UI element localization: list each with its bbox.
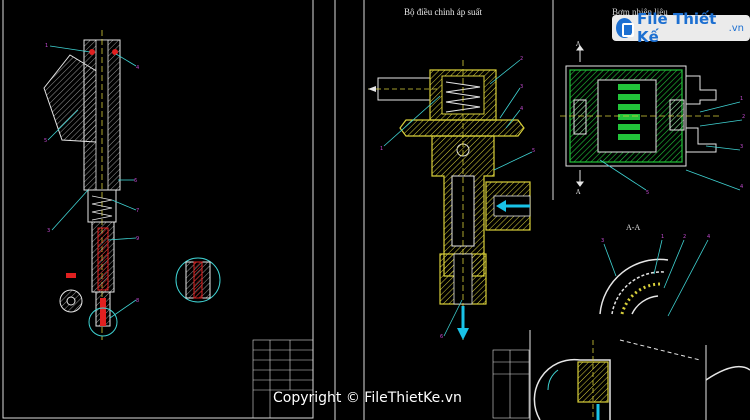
svg-text:8: 8 <box>136 298 139 304</box>
svg-text:1: 1 <box>740 96 743 102</box>
svg-text:1: 1 <box>380 146 383 152</box>
svg-text:6: 6 <box>440 334 443 340</box>
logo-ext: .vn <box>728 22 744 34</box>
site-logo[interactable]: File Thiết Kế .vn <box>612 10 750 46</box>
fuel-injector-drawing: 1 4 5 3 7 9 8 6 <box>43 30 314 419</box>
svg-text:4: 4 <box>136 65 139 71</box>
svg-text:7: 7 <box>136 208 139 214</box>
pressure-regulator-drawing: 1 2 3 4 5 6 <box>368 56 535 419</box>
svg-text:5: 5 <box>646 190 649 196</box>
svg-text:2: 2 <box>742 114 745 120</box>
svg-text:9: 9 <box>136 236 139 242</box>
svg-text:5: 5 <box>532 148 535 154</box>
svg-text:4: 4 <box>707 234 710 240</box>
svg-text:3: 3 <box>740 144 743 150</box>
svg-text:4: 4 <box>740 184 743 190</box>
svg-text:4: 4 <box>520 106 523 112</box>
svg-text:1: 1 <box>45 43 48 49</box>
svg-text:1: 1 <box>661 234 664 240</box>
svg-text:5: 5 <box>44 138 47 144</box>
svg-text:2: 2 <box>683 234 686 240</box>
svg-text:3: 3 <box>520 84 523 90</box>
pressure-regulator-title: Bộ điều chỉnh áp suất <box>404 7 482 17</box>
svg-text:3: 3 <box>47 228 50 234</box>
logo-icon <box>616 18 635 38</box>
svg-text:3: 3 <box>601 238 604 244</box>
svg-text:A: A <box>575 41 581 48</box>
logo-text: File Thiết Kế <box>637 10 717 46</box>
svg-text:6: 6 <box>134 178 137 184</box>
cad-drawing-canvas: 1 4 5 3 7 9 8 6 123 456 A A 123 45 31 2 4 <box>2 0 750 420</box>
svg-text:A: A <box>575 189 581 196</box>
svg-text:2: 2 <box>520 56 523 62</box>
section-label: A-A <box>626 223 641 232</box>
copyright-watermark: Copyright © FileThietKe.vn <box>273 390 462 406</box>
